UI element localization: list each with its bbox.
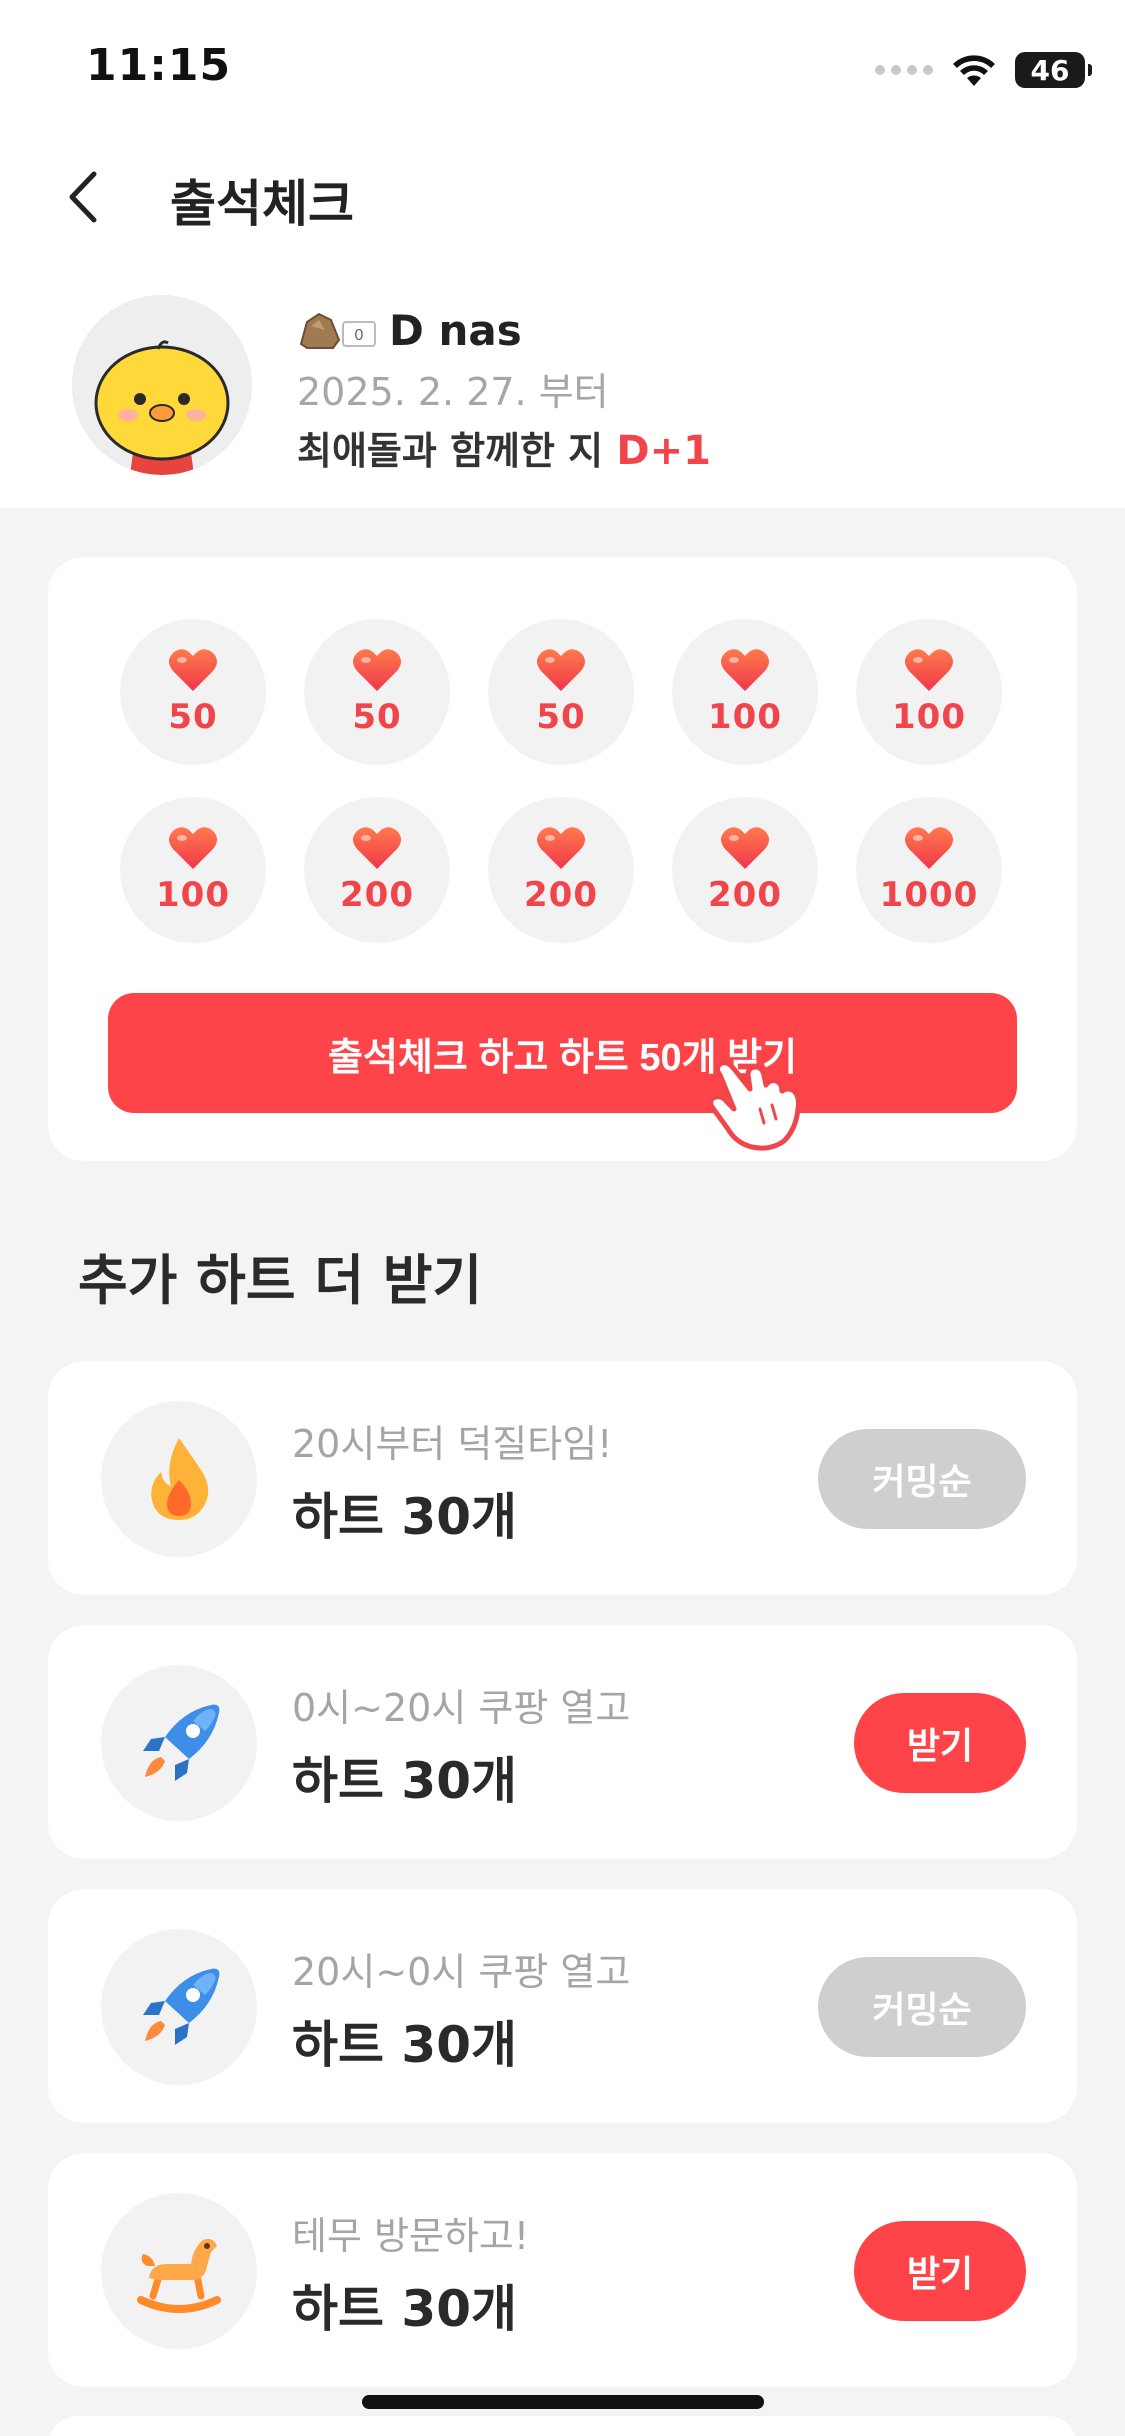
reward-amount: 50 <box>536 697 586 737</box>
reward-day-circle: 1000 <box>856 797 1002 943</box>
home-indicator <box>362 2395 764 2409</box>
heart-icon <box>905 649 953 691</box>
wifi-icon <box>953 55 995 86</box>
reward-day-circle: 50 <box>304 619 450 765</box>
mission-subtitle: 0시~20시 쿠팡 열고 <box>292 1686 631 1730</box>
avatar[interactable] <box>72 295 252 475</box>
page-title: 출석체크 <box>170 175 354 233</box>
receive-button[interactable]: 받기 <box>854 2221 1026 2321</box>
rocket-icon <box>101 1665 257 1821</box>
pointer-hand-icon <box>708 1060 801 1151</box>
reward-amount: 200 <box>524 875 598 915</box>
mission-reward: 하트 30개 <box>292 1752 517 1810</box>
heart-icon <box>905 827 953 869</box>
reward-day-circle: 200 <box>672 797 818 943</box>
heart-icon <box>169 827 217 869</box>
attendance-card: 50 50 50 100 100 100 200 200 200 1000 출석체크 하고 하트 … <box>48 557 1077 1161</box>
attendance-check-button[interactable]: 출석체크 하고 하트 50개 받기 <box>108 993 1017 1113</box>
reward-amount: 1000 <box>879 875 979 915</box>
reward-day-circle: 100 <box>120 797 266 943</box>
mission-card: 20시부터 덕질타임! 하트 30개 커밍순 <box>48 1361 1077 1595</box>
heart-icon <box>721 649 769 691</box>
reward-day-circle: 50 <box>488 619 634 765</box>
profile-name: D nas <box>389 305 522 355</box>
back-button[interactable] <box>50 162 120 232</box>
profile-together-text: 최애돌과 함께한 지 <box>297 429 604 473</box>
reward-amount: 100 <box>156 875 230 915</box>
signal-dots-icon <box>875 65 933 75</box>
chick-avatar-icon <box>72 295 252 475</box>
mission-reward: 하트 30개 <box>292 2016 517 2074</box>
heart-icon <box>537 827 585 869</box>
reward-amount: 100 <box>892 697 966 737</box>
reward-amount: 100 <box>708 697 782 737</box>
reward-day-circle: 100 <box>672 619 818 765</box>
heart-icon <box>353 827 401 869</box>
profile-since-date: 2025. 2. 27. 부터 <box>297 370 609 414</box>
rocket-icon <box>101 1929 257 2085</box>
mission-subtitle: 20시부터 덕질타임! <box>292 1422 613 1466</box>
reward-grid: 50 50 50 100 100 100 200 200 200 1000 <box>120 619 1005 943</box>
extra-hearts-title: 추가 하트 더 받기 <box>78 1249 483 1312</box>
reward-day-circle: 200 <box>488 797 634 943</box>
heart-icon <box>537 649 585 691</box>
mission-card-partial <box>48 2416 1077 2436</box>
reward-day-circle: 100 <box>856 619 1002 765</box>
heart-icon <box>721 827 769 869</box>
reward-day-circle: 200 <box>304 797 450 943</box>
profile-name-row: 0 D nas <box>297 303 522 357</box>
mission-subtitle: 테무 방문하고! <box>292 2214 530 2258</box>
coming-soon-button: 커밍순 <box>818 1429 1026 1529</box>
mission-card: 20시~0시 쿠팡 열고하트 30개 커밍순 <box>48 1889 1077 2123</box>
rocking-horse-icon <box>101 2193 257 2349</box>
profile-dday-row: 최애돌과 함께한 지 D+1 <box>297 420 711 475</box>
heart-icon <box>169 649 217 691</box>
chevron-left-icon <box>69 171 97 223</box>
mission-reward: 하트 30개 <box>292 2280 517 2338</box>
mission-card: 테무 방문하고! 하트 30개 받기 <box>48 2153 1077 2387</box>
fire-icon <box>101 1401 257 1557</box>
heart-icon <box>353 649 401 691</box>
coming-soon-button: 커밍순 <box>818 1957 1026 2057</box>
reward-amount: 50 <box>352 697 402 737</box>
reward-amount: 200 <box>340 875 414 915</box>
reward-amount: 50 <box>168 697 218 737</box>
status-bar: 11:15 46 <box>0 0 1125 135</box>
rank-badge-value: 0 <box>355 327 364 344</box>
profile-section: 0 D nas 2025. 2. 27. 부터 최애돌과 함께한 지 D+1 <box>0 295 1125 485</box>
dday-value: D+1 <box>616 428 711 474</box>
rank-rock-icon: 0 <box>299 312 376 349</box>
mission-reward: 하트 30개 <box>292 1488 517 1546</box>
receive-button[interactable]: 받기 <box>854 1693 1026 1793</box>
status-icons: 46 <box>875 48 1092 92</box>
status-time: 11:15 <box>86 40 232 91</box>
mission-subtitle: 20시~0시 쿠팡 열고 <box>292 1950 631 1994</box>
mission-card: 0시~20시 쿠팡 열고하트 30개 받기 <box>48 1625 1077 1859</box>
nav-bar: 출석체크 <box>0 150 1125 245</box>
reward-amount: 200 <box>708 875 782 915</box>
battery-icon: 46 <box>1015 52 1092 88</box>
reward-day-circle: 50 <box>120 619 266 765</box>
